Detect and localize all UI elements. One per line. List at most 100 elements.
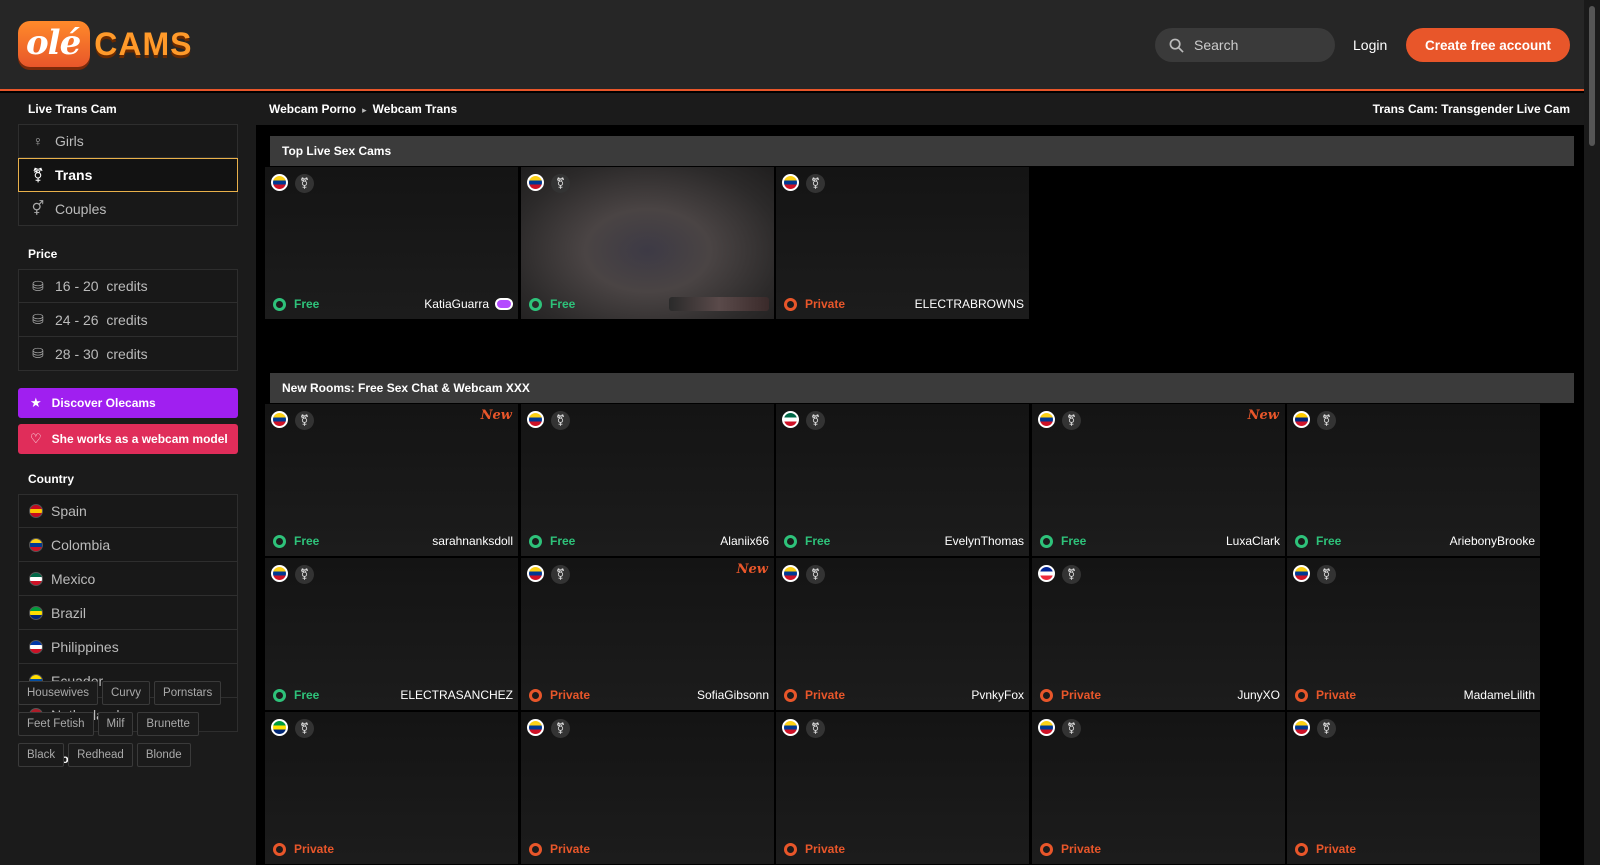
username[interactable]: KatiaGuarra [424, 297, 513, 311]
sidebar-item-trans[interactable]: ⚧ Trans [18, 158, 238, 192]
breadcrumb-item-webcam-trans[interactable]: Webcam Trans [373, 102, 457, 116]
category-tag[interactable]: Curvy [102, 681, 151, 705]
status-dot-icon [784, 842, 797, 856]
category-tag[interactable]: Brunette [137, 712, 199, 736]
blurred-username [669, 297, 769, 311]
cam-card[interactable]: ⚧ Private [1032, 712, 1285, 864]
status-badge: Private [1040, 842, 1101, 856]
country-label: Spain [51, 503, 87, 519]
status-badge: Private [1295, 842, 1356, 856]
price-filter-item[interactable]: ⛁ 24 - 26 credits [18, 303, 238, 337]
flag-icon [29, 571, 43, 586]
country-title: Country [28, 472, 74, 486]
price-title: Price [28, 247, 58, 261]
trans-icon: ⚧ [295, 719, 314, 738]
status-dot-icon [529, 842, 542, 856]
cam-card[interactable]: ⚧ Free ELECTRASANCHEZ [265, 558, 518, 710]
breadcrumb-item-webcam-porno[interactable]: Webcam Porno [269, 102, 356, 116]
status-dot-icon [273, 842, 286, 856]
status-label: Private [1316, 688, 1357, 702]
cam-card[interactable]: ⚧ Free AriebonyBrooke [1287, 404, 1540, 556]
username[interactable]: EvelynThomas [945, 534, 1024, 548]
username[interactable]: Alaniix66 [720, 534, 769, 548]
status-badge: Free [1040, 534, 1086, 548]
status-badge: Private [529, 842, 590, 856]
cam-card[interactable]: ⚧ Private [1287, 712, 1540, 864]
category-tag[interactable]: Feet Fetish [18, 712, 94, 736]
price-label: 24 - 26 credits [55, 311, 148, 328]
sidebar-item-girls[interactable]: ♀ Girls [18, 124, 238, 158]
sidebar: Live Trans Cam ♀ Girls ⚧ Trans ⚥ Couples Pric… [0, 93, 256, 865]
price-filter-item[interactable]: ⛁ 16 - 20 credits [18, 269, 238, 303]
price-filter-item[interactable]: ⛁ 28 - 30 credits [18, 337, 238, 371]
cam-card[interactable]: ⚧ New Free LuxaClark [1032, 404, 1285, 556]
flag-icon [782, 719, 799, 736]
category-tag[interactable]: Blonde [136, 743, 191, 767]
country-item-mexico[interactable]: Mexico [18, 562, 238, 596]
username-text: AriebonyBrooke [1449, 534, 1535, 548]
country-item-colombia[interactable]: Colombia [18, 528, 238, 562]
cam-card[interactable]: ⚧ Free [521, 167, 774, 319]
category-tag[interactable]: Black [18, 743, 65, 767]
flag-icon [29, 605, 43, 620]
username[interactable]: JunyXO [1237, 688, 1280, 702]
username[interactable]: SofiaGibsonn [697, 688, 769, 702]
country-item-philippines[interactable]: Philippines [18, 630, 238, 664]
flag-icon [527, 411, 544, 428]
status-label: Private [1316, 842, 1357, 856]
webcam-model-label: She works as a webcam model [51, 432, 228, 446]
country-label: Mexico [51, 570, 96, 587]
username[interactable]: ELECTRABROWNS [915, 297, 1024, 311]
username-text: KatiaGuarra [424, 297, 489, 311]
flag-icon [1038, 719, 1055, 736]
status-label: Private [805, 842, 846, 856]
username-text: Alaniix66 [720, 534, 769, 548]
category-tag[interactable]: Pornstars [154, 681, 222, 705]
header: olé CAMS Search Login Create free accoun… [0, 0, 1584, 91]
sidebar-item-label: Couples [55, 200, 107, 217]
flag-icon [1293, 565, 1310, 582]
country-item-spain[interactable]: Spain [18, 494, 238, 528]
username[interactable]: LuxaClark [1226, 534, 1280, 548]
cam-card[interactable]: ⚧ Private [521, 712, 774, 864]
trans-icon: ⚧ [295, 174, 314, 193]
cam-card[interactable]: ⚧ Free EvelynThomas [776, 404, 1029, 556]
scrollbar[interactable] [1584, 0, 1600, 865]
star-icon: ★ [30, 395, 42, 410]
username[interactable]: ELECTRASANCHEZ [400, 688, 513, 702]
webcam-model-button[interactable]: ♡ She works as a webcam model [18, 424, 238, 454]
category-tag[interactable]: Redhead [68, 743, 133, 767]
cam-card[interactable]: ⚧ Free Alaniix66 [521, 404, 774, 556]
hd-icon [495, 298, 513, 310]
cam-card[interactable]: ⚧ Private [776, 712, 1029, 864]
login-link[interactable]: Login [1353, 37, 1387, 53]
logo[interactable]: olé CAMS [18, 18, 192, 70]
cam-card[interactable]: ⚧ Private [265, 712, 518, 864]
search-input[interactable]: Search [1155, 28, 1335, 62]
sidebar-item-couples[interactable]: ⚥ Couples [18, 192, 238, 226]
cam-card[interactable]: ⚧ New Private SofiaGibsonn [521, 558, 774, 710]
scrollbar-thumb[interactable] [1589, 6, 1595, 146]
sidebar-item-label: Trans [55, 167, 93, 183]
username-text: SofiaGibsonn [696, 688, 769, 702]
cam-card[interactable]: ⚧ New Free sarahnanksdoll [265, 404, 518, 556]
status-label: Free [550, 297, 576, 311]
discover-button[interactable]: ★ Discover Olecams [18, 388, 238, 418]
category-tag[interactable]: Milf [97, 712, 134, 736]
cam-card[interactable]: ⚧ Private MadameLilith [1287, 558, 1540, 710]
flag-icon [1038, 411, 1055, 428]
username[interactable]: MadameLilith [1464, 688, 1535, 702]
username[interactable]: AriebonyBrooke [1450, 534, 1535, 548]
username[interactable]: PvnkyFox [971, 688, 1024, 702]
status-dot-icon [529, 297, 542, 311]
trans-icon: ⚧ [1317, 719, 1336, 738]
username[interactable]: sarahnanksdoll [432, 534, 513, 548]
country-item-brazil[interactable]: Brazil [18, 596, 238, 630]
status-label: Free [294, 688, 320, 702]
cam-card[interactable]: ⚧ Private PvnkyFox [776, 558, 1029, 710]
cam-card[interactable]: ⚧ Private JunyXO [1032, 558, 1285, 710]
cam-card[interactable]: ⚧ Free KatiaGuarra [265, 167, 518, 319]
cam-card[interactable]: ⚧ Private ELECTRABROWNS [776, 167, 1029, 319]
category-tag[interactable]: Housewives [18, 681, 98, 705]
create-account-button[interactable]: Create free account [1406, 28, 1570, 62]
